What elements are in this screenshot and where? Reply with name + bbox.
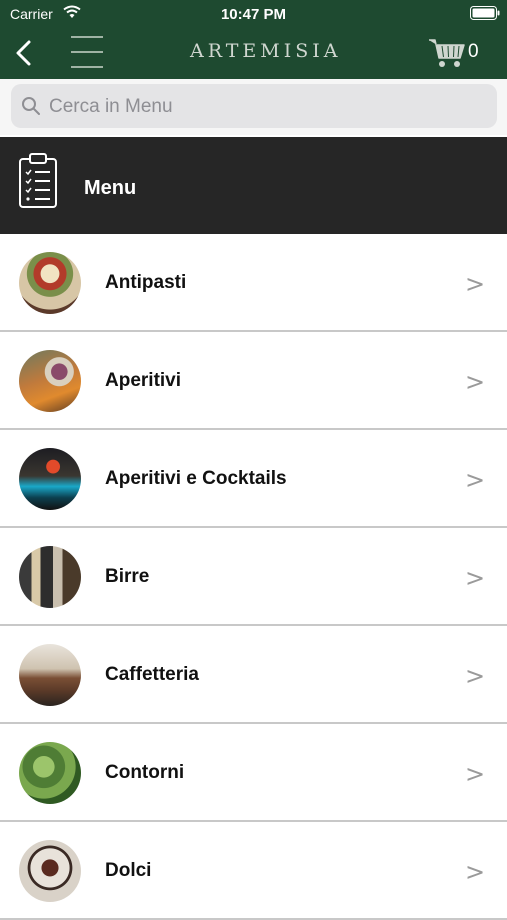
category-thumbnail [19, 252, 81, 314]
chevron-right-icon: > [465, 368, 486, 396]
category-row-aperitivi[interactable]: Aperitivi > [0, 332, 507, 430]
category-label: Dolci [105, 860, 152, 881]
category-row-contorni[interactable]: Contorni > [0, 724, 507, 822]
category-row-caffetteria[interactable]: Caffetteria > [0, 626, 507, 724]
top-bar: Carrier 10:47 PM ARTEMISIA 0 [0, 0, 507, 79]
hamburger-menu-icon[interactable] [70, 33, 104, 71]
chevron-right-icon: > [465, 466, 486, 494]
back-chevron-icon[interactable] [12, 38, 36, 68]
search-area [0, 79, 507, 135]
battery-icon [470, 6, 500, 20]
category-row-antipasti[interactable]: Antipasti > [0, 234, 507, 332]
cart-icon[interactable] [428, 37, 466, 69]
category-thumbnail [19, 350, 81, 412]
category-label: Aperitivi e Cocktails [105, 468, 287, 489]
category-label: Caffetteria [105, 664, 199, 685]
chevron-right-icon: > [465, 662, 486, 690]
chevron-right-icon: > [465, 270, 486, 298]
chevron-right-icon: > [465, 858, 486, 886]
category-row-birre[interactable]: Birre > [0, 528, 507, 626]
search-bar[interactable] [11, 84, 497, 130]
category-thumbnail [19, 742, 81, 804]
category-thumbnail [19, 644, 81, 706]
cart-count: 0 [468, 41, 479, 62]
clipboard-list-icon [19, 153, 57, 208]
category-thumbnail [19, 448, 81, 510]
chevron-right-icon: > [465, 564, 486, 592]
category-row-dolci[interactable]: Dolci > [0, 822, 507, 920]
search-input[interactable] [47, 84, 491, 130]
category-label: Contorni [105, 762, 185, 783]
status-bar: Carrier 10:47 PM [0, 0, 507, 28]
search-icon [22, 97, 40, 115]
page-title: Menu [84, 177, 137, 199]
status-time: 10:47 PM [220, 6, 287, 23]
menu-header: Menu [0, 137, 507, 234]
brand-logo: ARTEMISIA [190, 40, 342, 62]
nav-bar: ARTEMISIA 0 [0, 28, 507, 79]
category-thumbnail [19, 546, 81, 608]
category-row-aperitivi-e-cocktails[interactable]: Aperitivi e Cocktails > [0, 430, 507, 528]
category-label: Aperitivi [105, 370, 182, 391]
category-thumbnail [19, 840, 81, 902]
category-label: Birre [105, 566, 150, 587]
chevron-right-icon: > [465, 760, 486, 788]
category-list: Antipasti > Aperitivi > Aperitivi e Cock… [0, 234, 507, 920]
category-label: Antipasti [105, 272, 187, 293]
